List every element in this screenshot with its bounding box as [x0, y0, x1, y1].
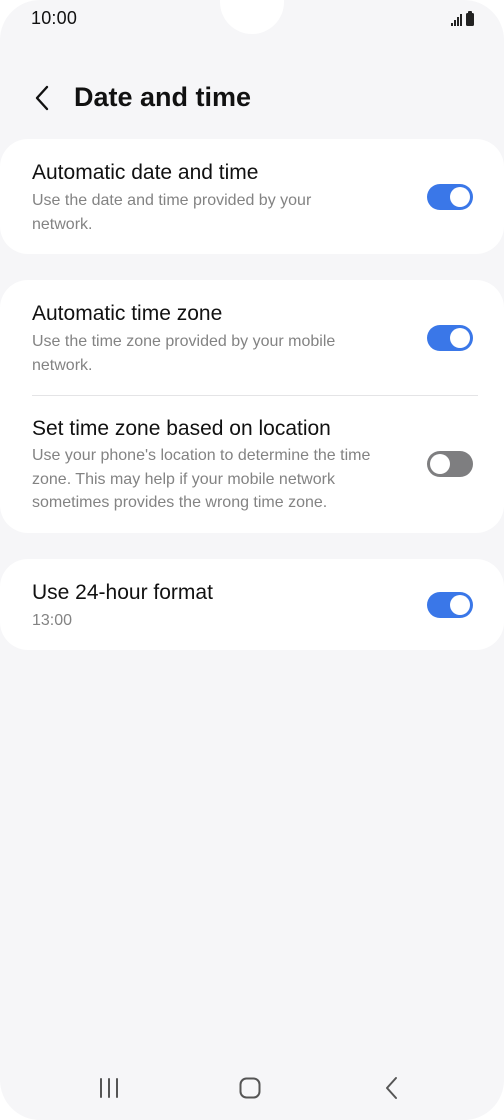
signal-icon [451, 14, 462, 26]
automatic-date-time-toggle[interactable] [427, 184, 473, 210]
recents-button[interactable] [87, 1070, 131, 1106]
battery-icon [466, 11, 474, 26]
recents-icon [100, 1078, 118, 1098]
toggle-knob [430, 454, 450, 474]
status-time: 10:00 [31, 8, 78, 28]
toggle-knob [450, 595, 470, 615]
toggle-knob [450, 187, 470, 207]
back-button[interactable] [24, 78, 60, 118]
setting-automatic-time-zone[interactable]: Automatic time zone Use the time zone pr… [0, 280, 504, 395]
setting-use-24-hour[interactable]: Use 24-hour format 13:00 [0, 559, 504, 650]
automatic-time-zone-toggle[interactable] [427, 325, 473, 351]
camera-notch [220, 0, 284, 34]
setting-title: Automatic time zone [32, 302, 223, 325]
setting-title: Set time zone based on location [32, 417, 331, 440]
setting-automatic-date-time[interactable]: Automatic date and time Use the date and… [0, 139, 504, 254]
setting-description: Use your phone's location to determine t… [32, 447, 371, 511]
app-header: Date and time [0, 70, 504, 126]
card-24-hour-format: Use 24-hour format 13:00 [0, 559, 504, 650]
setting-title: Automatic date and time [32, 161, 259, 184]
setting-description: Use the date and time provided by your n… [32, 192, 312, 233]
status-bar: 10:00 [0, 0, 504, 40]
use-24-hour-toggle[interactable] [427, 592, 473, 618]
status-icons [451, 10, 474, 26]
setting-title: Use 24-hour format [32, 581, 213, 604]
setting-description: 13:00 [32, 612, 73, 629]
home-button[interactable] [228, 1070, 272, 1106]
setting-time-zone-location[interactable]: Set time zone based on location Use your… [0, 396, 504, 533]
back-icon [386, 1077, 397, 1099]
screen: 10:00 Date and time Automatic date and t… [0, 0, 504, 1120]
navigation-bar [0, 1060, 504, 1116]
chevron-left-icon [35, 85, 49, 111]
time-zone-location-toggle[interactable] [427, 451, 473, 477]
nav-back-button[interactable] [370, 1070, 414, 1106]
home-icon [239, 1077, 261, 1099]
toggle-knob [450, 328, 470, 348]
card-automatic-date-time: Automatic date and time Use the date and… [0, 139, 504, 254]
setting-description: Use the time zone provided by your mobil… [32, 333, 336, 374]
card-time-zone: Automatic time zone Use the time zone pr… [0, 280, 504, 533]
page-title: Date and time [74, 82, 252, 112]
